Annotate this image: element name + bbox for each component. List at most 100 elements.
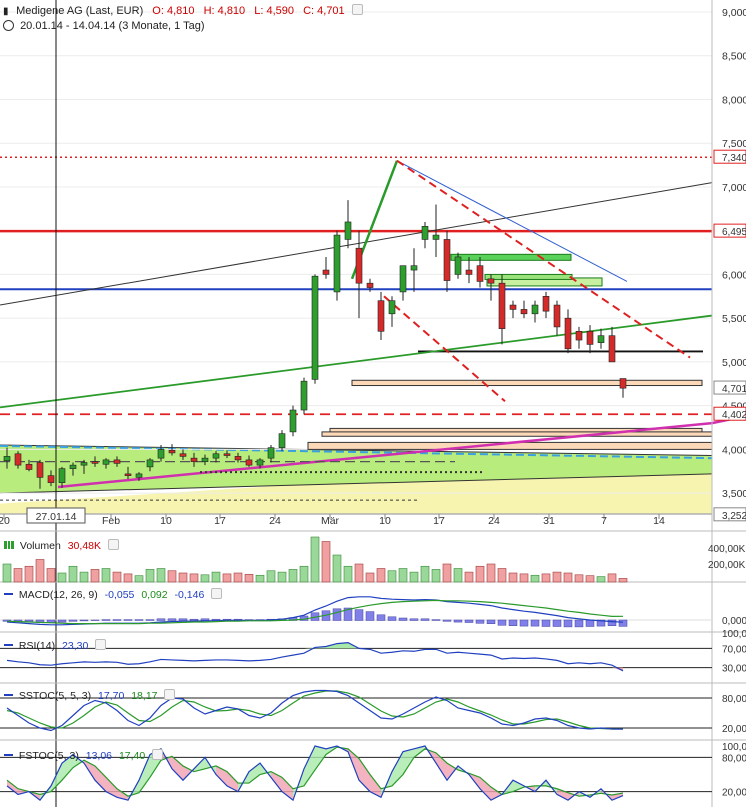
candle-up xyxy=(267,447,275,459)
volume-bar xyxy=(255,574,265,583)
x-tick-label: 24 xyxy=(269,515,281,527)
y-tick-label: 7,000 xyxy=(722,182,746,194)
candle-down xyxy=(542,296,550,312)
candle-up xyxy=(157,449,165,459)
volume-bar xyxy=(90,569,100,583)
macd-histogram-bar xyxy=(420,618,430,621)
sstoc-tick: 20,00 xyxy=(722,724,746,735)
fstoc-fill xyxy=(172,756,183,781)
resistance-box xyxy=(351,379,703,387)
macd-histogram-bar xyxy=(618,619,628,627)
y-tick-label: 4,000 xyxy=(722,444,746,456)
candle-down xyxy=(465,269,473,275)
candle-down xyxy=(553,304,561,328)
candle-up xyxy=(421,226,429,240)
macd-histogram-bar xyxy=(387,616,397,621)
chart-area: 9,0008,5008,0007,5007,0006,5006,0005,500… xyxy=(0,0,746,807)
x-tick-label: 7 xyxy=(601,515,607,527)
volume-bar xyxy=(211,571,221,583)
candle-down xyxy=(366,282,374,288)
volume-bar xyxy=(200,574,210,583)
price-callout-label: 4,701 xyxy=(722,384,746,395)
volume-label: Volumen xyxy=(19,540,61,552)
y-tick-label: 8,500 xyxy=(722,51,746,63)
volume-bar xyxy=(530,574,540,583)
rsi-value: 23,30 xyxy=(62,640,89,652)
instrument-title: Medigene AG (Last, EUR) xyxy=(16,5,144,17)
fstoc-fill xyxy=(249,763,260,784)
candle-up xyxy=(102,459,110,465)
x-tick-label: Feb xyxy=(102,515,120,527)
macd-settings-icon[interactable] xyxy=(211,588,223,599)
fstoc-fill xyxy=(315,746,326,770)
volume-bar xyxy=(299,565,309,583)
macd-histogram-bar xyxy=(79,619,89,622)
rsi-tick: 30,00 xyxy=(722,664,746,675)
macd-histogram-bar xyxy=(332,608,342,621)
y-tick-label: 5,500 xyxy=(722,313,746,325)
volume-current: 30,48K xyxy=(67,540,101,552)
fstoc-header: FSTOC(5, 3) 13,06 17,40 xyxy=(4,749,164,762)
macd-histogram-bar xyxy=(354,609,364,621)
macd-label: MACD(12, 26, 9) xyxy=(18,589,98,601)
rsi-tick: 100,00 xyxy=(722,629,746,640)
sstoc-k-value: 17,70 xyxy=(98,690,125,702)
volume-bar xyxy=(2,563,12,583)
candle-up xyxy=(597,335,605,343)
macd-histogram-bar xyxy=(398,617,408,621)
candle-up xyxy=(531,304,539,315)
fstoc-settings-icon[interactable] xyxy=(152,749,164,760)
volume-bar xyxy=(376,568,386,583)
volume-settings-icon[interactable] xyxy=(107,539,119,550)
candle-down xyxy=(509,304,517,310)
sstoc-d-value: 18,17 xyxy=(131,690,158,702)
macd-histogram-bar xyxy=(123,619,133,621)
volume-bar xyxy=(552,571,562,583)
macd-histogram-bar xyxy=(178,618,188,621)
x-tick-label: 31 xyxy=(543,515,555,527)
volume-bar xyxy=(167,570,177,583)
low-value: 4,590 xyxy=(266,5,295,17)
sstoc-settings-icon[interactable] xyxy=(164,689,176,700)
macd-histogram-bar xyxy=(156,618,166,621)
volume-bar xyxy=(464,571,474,583)
x-tick-label: 10 xyxy=(160,515,172,527)
macd-histogram-bar xyxy=(519,619,529,627)
candle-up xyxy=(454,256,462,275)
chart-header: ▮ Medigene AG (Last, EUR) O: 4,810 H: 4,… xyxy=(3,4,363,17)
macd-histogram-bar xyxy=(134,619,144,621)
y-tick-label: 9,000 xyxy=(722,7,746,19)
macd-histogram-bar xyxy=(409,618,419,621)
volume-bar xyxy=(585,575,595,583)
y-tick-label: 6,000 xyxy=(722,269,746,281)
volume-bar xyxy=(607,573,617,583)
candle-up xyxy=(3,456,11,462)
candle-down xyxy=(476,265,484,282)
volume-bar xyxy=(266,570,276,583)
volume-bar xyxy=(332,554,342,583)
candle-down xyxy=(223,453,231,456)
chart-svg: 9,0008,5008,0007,5007,0006,5006,0005,500… xyxy=(0,0,746,807)
volume-bar xyxy=(596,576,606,583)
macd-histogram-bar xyxy=(464,619,474,623)
candle-down xyxy=(498,282,506,329)
settings-icon[interactable] xyxy=(351,4,363,15)
fstoc-tick: 80,00 xyxy=(722,753,746,764)
candle-down xyxy=(190,457,198,462)
candle-down xyxy=(355,247,363,284)
macd-histogram-bar xyxy=(574,619,584,628)
y-tick-label: 8,000 xyxy=(722,94,746,106)
macd-tick: 0,000 xyxy=(722,616,746,627)
volume-bar xyxy=(508,572,518,583)
green-box xyxy=(484,273,573,280)
price-callout-label: 4,402 xyxy=(722,410,746,421)
close-value: 4,701 xyxy=(317,5,345,17)
candle-up xyxy=(289,409,297,433)
rsi-settings-icon[interactable] xyxy=(95,639,107,650)
period-text: 20.01.14 - 14.04.14 (3 Monate, 1 Tag) xyxy=(20,20,205,32)
x-tick-label: 10 xyxy=(379,515,391,527)
volume-bar xyxy=(79,571,89,583)
volume-bar xyxy=(387,570,397,583)
macd-histogram-bar xyxy=(442,619,452,622)
line-icon xyxy=(4,694,13,696)
